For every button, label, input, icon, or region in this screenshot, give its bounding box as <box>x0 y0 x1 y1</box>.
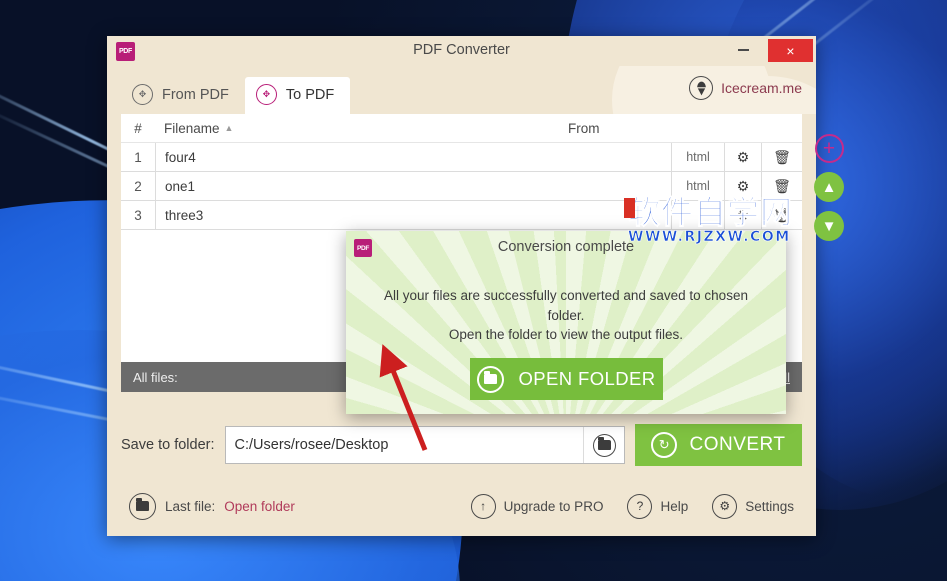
upgrade-to-pro-button[interactable]: ↑ Upgrade to PRO <box>470 493 604 519</box>
question-mark-icon: ? <box>627 493 653 519</box>
convert-button[interactable]: ↻ CONVERT <box>635 424 802 466</box>
row-format: html <box>672 172 725 200</box>
pdf-out-icon: ✥ <box>132 84 153 105</box>
row-delete-button[interactable]: 🗑 <box>762 143 802 171</box>
brand-label: Icecream.me <box>721 80 802 96</box>
side-controls: + ▲ ▼ <box>804 134 854 241</box>
refresh-icon: ↻ <box>651 432 678 458</box>
page-title: PDF Converter <box>413 42 510 58</box>
column-header-number: # <box>134 120 142 136</box>
open-folder-link[interactable]: Open folder <box>224 499 295 514</box>
row-number: 3 <box>121 201 156 229</box>
pdf-in-icon: ✥ <box>255 84 277 105</box>
dialog-message-line1: All your files are successfully converte… <box>384 288 748 323</box>
row-filename: four4 <box>156 143 672 171</box>
folder-icon <box>477 365 505 393</box>
last-file-group: Last file: Open folder <box>129 492 295 520</box>
row-settings-button[interactable]: ⚙ <box>725 201 762 229</box>
folder-icon <box>592 433 616 457</box>
close-icon: × <box>786 42 795 59</box>
table-header: # Filename ▲ From <box>121 114 802 143</box>
help-label: Help <box>660 498 689 514</box>
trash-icon: 🗑 <box>773 206 791 223</box>
icecream-cone-icon <box>689 76 714 100</box>
row-settings-button[interactable]: ⚙ <box>725 143 762 171</box>
column-header-filename-label: Filename <box>164 120 220 136</box>
row-delete-button[interactable]: 🗑 <box>762 172 802 200</box>
brand-link[interactable]: Icecream.me <box>689 76 802 100</box>
move-down-button[interactable]: ▼ <box>814 211 844 241</box>
tab-to-pdf-label: To PDF <box>285 86 335 103</box>
row-filename: three3 <box>156 201 672 229</box>
pdf-converter-window: PDF PDF Converter × ✥ From PDF ✥ To PDF … <box>107 36 844 536</box>
title-bar: PDF PDF Converter × <box>107 36 816 66</box>
table-row[interactable]: 3 three3 ⚙ 🗑 <box>121 201 802 230</box>
settings-button[interactable]: ⚙ Settings <box>712 493 794 519</box>
help-button[interactable]: ? Help <box>627 493 689 519</box>
arrow-up-icon: ▲ <box>821 178 837 196</box>
settings-label: Settings <box>745 498 794 514</box>
tab-to-pdf[interactable]: ✥ To PDF <box>244 77 351 114</box>
all-files-label: All files: <box>133 369 178 385</box>
save-path-input[interactable]: C:/Users/rosee/Desktop <box>226 437 584 453</box>
dialog-message-line2: Open the folder to view the output files… <box>448 327 684 343</box>
table-row[interactable]: 1 four4 html ⚙ 🗑 <box>121 143 802 172</box>
move-up-button[interactable]: ▲ <box>814 172 844 202</box>
sort-ascending-icon: ▲ <box>224 123 234 133</box>
save-to-folder-label: Save to folder: <box>121 437 215 453</box>
trash-icon: 🗑 <box>773 148 791 165</box>
tab-from-pdf[interactable]: ✥ From PDF <box>121 77 245 114</box>
row-filename: one1 <box>156 172 672 200</box>
bottom-actions: ↑ Upgrade to PRO ? Help ⚙ Settings <box>470 493 794 519</box>
column-header-from: From <box>568 120 600 136</box>
gear-icon: ⚙ <box>736 148 750 165</box>
gear-icon: ⚙ <box>736 206 750 223</box>
desktop-background: PDF PDF Converter × ✥ From PDF ✥ To PDF … <box>0 0 947 581</box>
last-file-label: Last file: <box>165 498 216 514</box>
header-band: ✥ From PDF ✥ To PDF Icecream.me <box>107 66 816 114</box>
row-number: 1 <box>121 143 156 171</box>
minimize-button[interactable] <box>725 36 761 64</box>
folder-icon[interactable] <box>129 492 156 520</box>
dialog-title: Conversion complete <box>497 239 635 255</box>
save-to-folder-row: Save to folder: C:/Users/rosee/Desktop ↻… <box>121 424 802 466</box>
upgrade-to-pro-label: Upgrade to PRO <box>503 498 604 514</box>
tab-bar: ✥ From PDF ✥ To PDF <box>121 77 351 114</box>
gear-icon: ⚙ <box>712 493 738 519</box>
conversion-complete-dialog: PDF Conversion complete All your files a… <box>346 231 786 414</box>
row-number: 2 <box>121 172 156 200</box>
close-button[interactable]: × <box>768 39 813 62</box>
gear-icon: ⚙ <box>736 177 750 194</box>
row-delete-button[interactable]: 🗑 <box>762 201 802 229</box>
tab-from-pdf-label: From PDF <box>162 86 229 103</box>
trash-icon: 🗑 <box>773 177 791 194</box>
row-format: html <box>672 143 725 171</box>
minimize-icon <box>737 49 749 51</box>
open-folder-button-label: OPEN FOLDER <box>518 368 656 389</box>
convert-button-label: CONVERT <box>689 434 786 455</box>
bottom-bar: Last file: Open folder ↑ Upgrade to PRO … <box>107 476 816 536</box>
arrow-down-icon: ▼ <box>821 217 837 235</box>
up-arrow-icon: ↑ <box>470 493 496 519</box>
column-header-filename[interactable]: Filename ▲ <box>155 121 560 136</box>
browse-folder-button[interactable] <box>583 427 624 463</box>
row-settings-button[interactable]: ⚙ <box>725 172 762 200</box>
add-file-button[interactable]: + <box>814 134 844 163</box>
table-row[interactable]: 2 one1 html ⚙ 🗑 <box>121 172 802 201</box>
row-format <box>672 201 725 229</box>
dialog-message: All your files are successfully converte… <box>364 286 768 345</box>
open-folder-button[interactable]: OPEN FOLDER <box>470 358 663 400</box>
save-path-field[interactable]: C:/Users/rosee/Desktop <box>224 426 625 464</box>
